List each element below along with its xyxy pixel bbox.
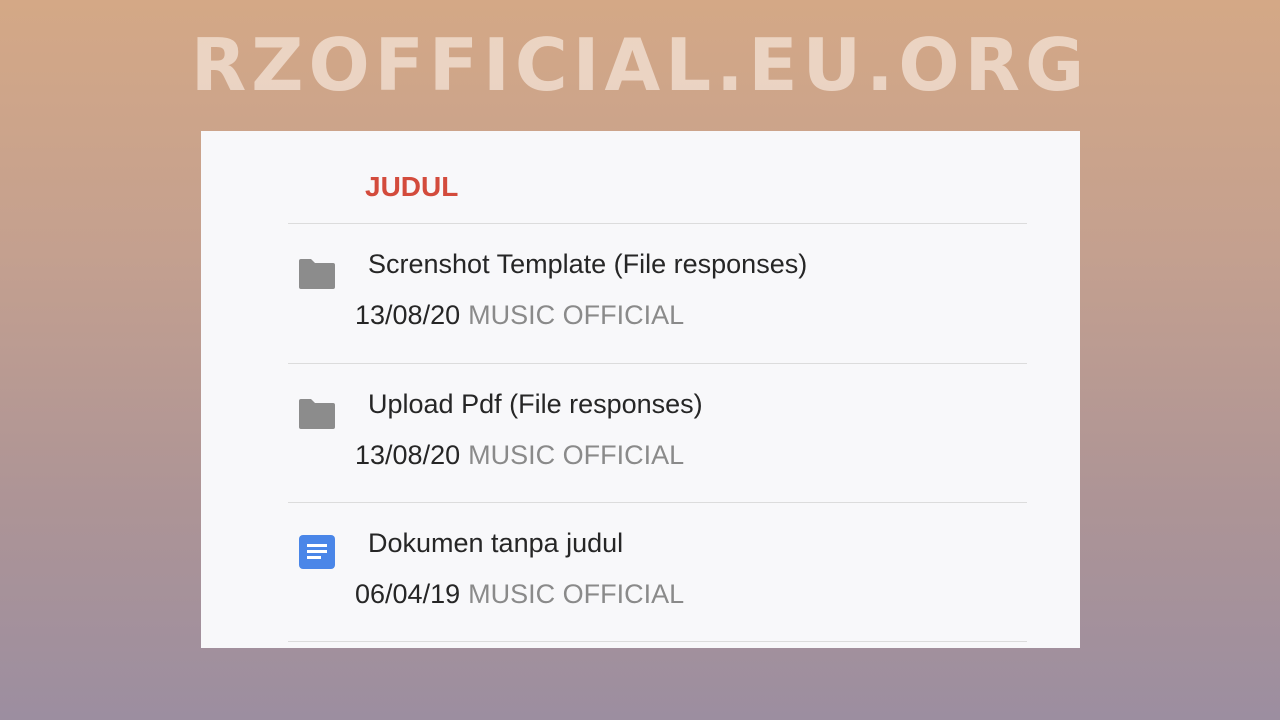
file-row[interactable]: Dokumen tanpa judul 06/04/19 MUSIC OFFICI… xyxy=(288,503,1027,641)
folder-icon xyxy=(299,259,335,289)
file-date: 13/08/20 xyxy=(355,300,461,330)
file-list-panel: JUDUL Screnshot Template (File responses… xyxy=(201,131,1080,648)
file-name: Dokumen tanpa judul xyxy=(368,528,624,558)
file-name: Screnshot Template (File responses) xyxy=(368,249,808,279)
file-owner: MUSIC OFFICIAL xyxy=(468,300,685,330)
watermark-text: RZOFFICIAL.EU.ORG xyxy=(190,23,1090,107)
file-date: 13/08/20 xyxy=(355,440,461,470)
file-row[interactable]: Upload Pdf (File responses) 13/08/20 MUSI… xyxy=(288,364,1027,502)
file-name: Upload Pdf (File responses) xyxy=(368,389,703,419)
file-owner: MUSIC OFFICIAL xyxy=(468,440,685,470)
list-header-title[interactable]: JUDUL xyxy=(365,167,458,207)
file-owner: MUSIC OFFICIAL xyxy=(468,579,685,609)
row-divider xyxy=(288,641,1027,642)
file-row[interactable]: Screnshot Template (File responses) 13/0… xyxy=(288,224,1027,362)
google-docs-icon xyxy=(299,535,335,569)
folder-icon xyxy=(299,399,335,429)
file-meta: 13/08/20 MUSIC OFFICIAL xyxy=(355,435,684,475)
file-meta: 13/08/20 MUSIC OFFICIAL xyxy=(355,295,684,335)
file-date: 06/04/19 xyxy=(355,579,461,609)
file-meta: 06/04/19 MUSIC OFFICIAL xyxy=(355,574,684,614)
